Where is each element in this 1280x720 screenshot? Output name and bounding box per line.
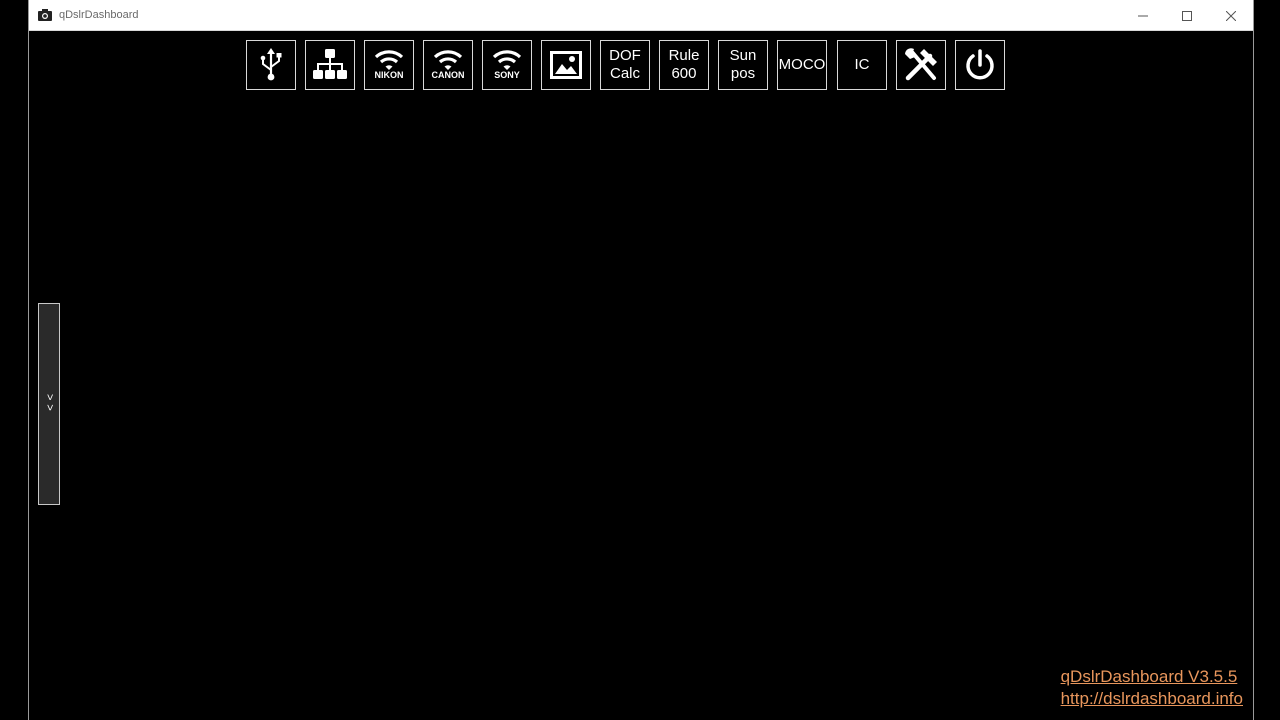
website-link[interactable]: http://dslrdashboard.info: [1061, 688, 1243, 710]
wifi-icon: [492, 50, 522, 70]
sony-wifi-button[interactable]: SONY: [482, 40, 532, 90]
nikon-wifi-button[interactable]: NIKON: [364, 40, 414, 90]
usb-connect-button[interactable]: [246, 40, 296, 90]
canon-label: CANON: [431, 70, 465, 80]
close-icon: [1226, 10, 1236, 21]
desktop-right-edge: [1254, 0, 1280, 720]
app-footer: qDslrDashboard V3.5.5 http://dslrdashboa…: [1061, 666, 1243, 710]
ic-label: IC: [854, 56, 870, 73]
tools-icon: [905, 48, 937, 81]
network-icon: [313, 49, 347, 79]
expand-chevrons-icon: >>: [43, 393, 56, 415]
window-title: qDslrDashboard: [59, 9, 139, 21]
image-icon: [550, 51, 582, 79]
close-button[interactable]: [1209, 0, 1253, 31]
title-bar[interactable]: qDslrDashboard: [29, 0, 1253, 31]
power-icon: [966, 49, 994, 80]
power-button[interactable]: [955, 40, 1005, 90]
sun-pos-label: Sun pos: [729, 47, 757, 82]
rule-600-button[interactable]: Rule 600: [659, 40, 709, 90]
tools-button[interactable]: [896, 40, 946, 90]
network-connect-button[interactable]: [305, 40, 355, 90]
moco-button[interactable]: MOCO: [777, 40, 827, 90]
image-viewer-button[interactable]: [541, 40, 591, 90]
minimize-icon: [1138, 15, 1148, 16]
minimize-button[interactable]: [1121, 0, 1165, 31]
maximize-button[interactable]: [1165, 0, 1209, 31]
app-window: qDslrDashboard NIKON CANON SONY DOF Calc…: [28, 0, 1254, 720]
nikon-label: NIKON: [374, 70, 404, 80]
wifi-icon: [374, 50, 404, 70]
canon-wifi-button[interactable]: CANON: [423, 40, 473, 90]
version-link[interactable]: qDslrDashboard V3.5.5: [1061, 666, 1243, 688]
rule-600-label: Rule 600: [668, 47, 700, 82]
ic-button[interactable]: IC: [837, 40, 887, 90]
maximize-icon: [1182, 10, 1192, 21]
sun-pos-button[interactable]: Sun pos: [718, 40, 768, 90]
desktop-left-edge: [0, 0, 28, 720]
wifi-icon: [433, 50, 463, 70]
dof-calc-label: DOF Calc: [609, 47, 641, 82]
sidebar-expand-toggle[interactable]: >>: [38, 303, 60, 505]
moco-label: MOCO: [778, 56, 826, 73]
dof-calc-button[interactable]: DOF Calc: [600, 40, 650, 90]
sony-label: SONY: [494, 70, 520, 80]
usb-icon: [260, 48, 282, 81]
camera-app-icon: [38, 9, 52, 21]
